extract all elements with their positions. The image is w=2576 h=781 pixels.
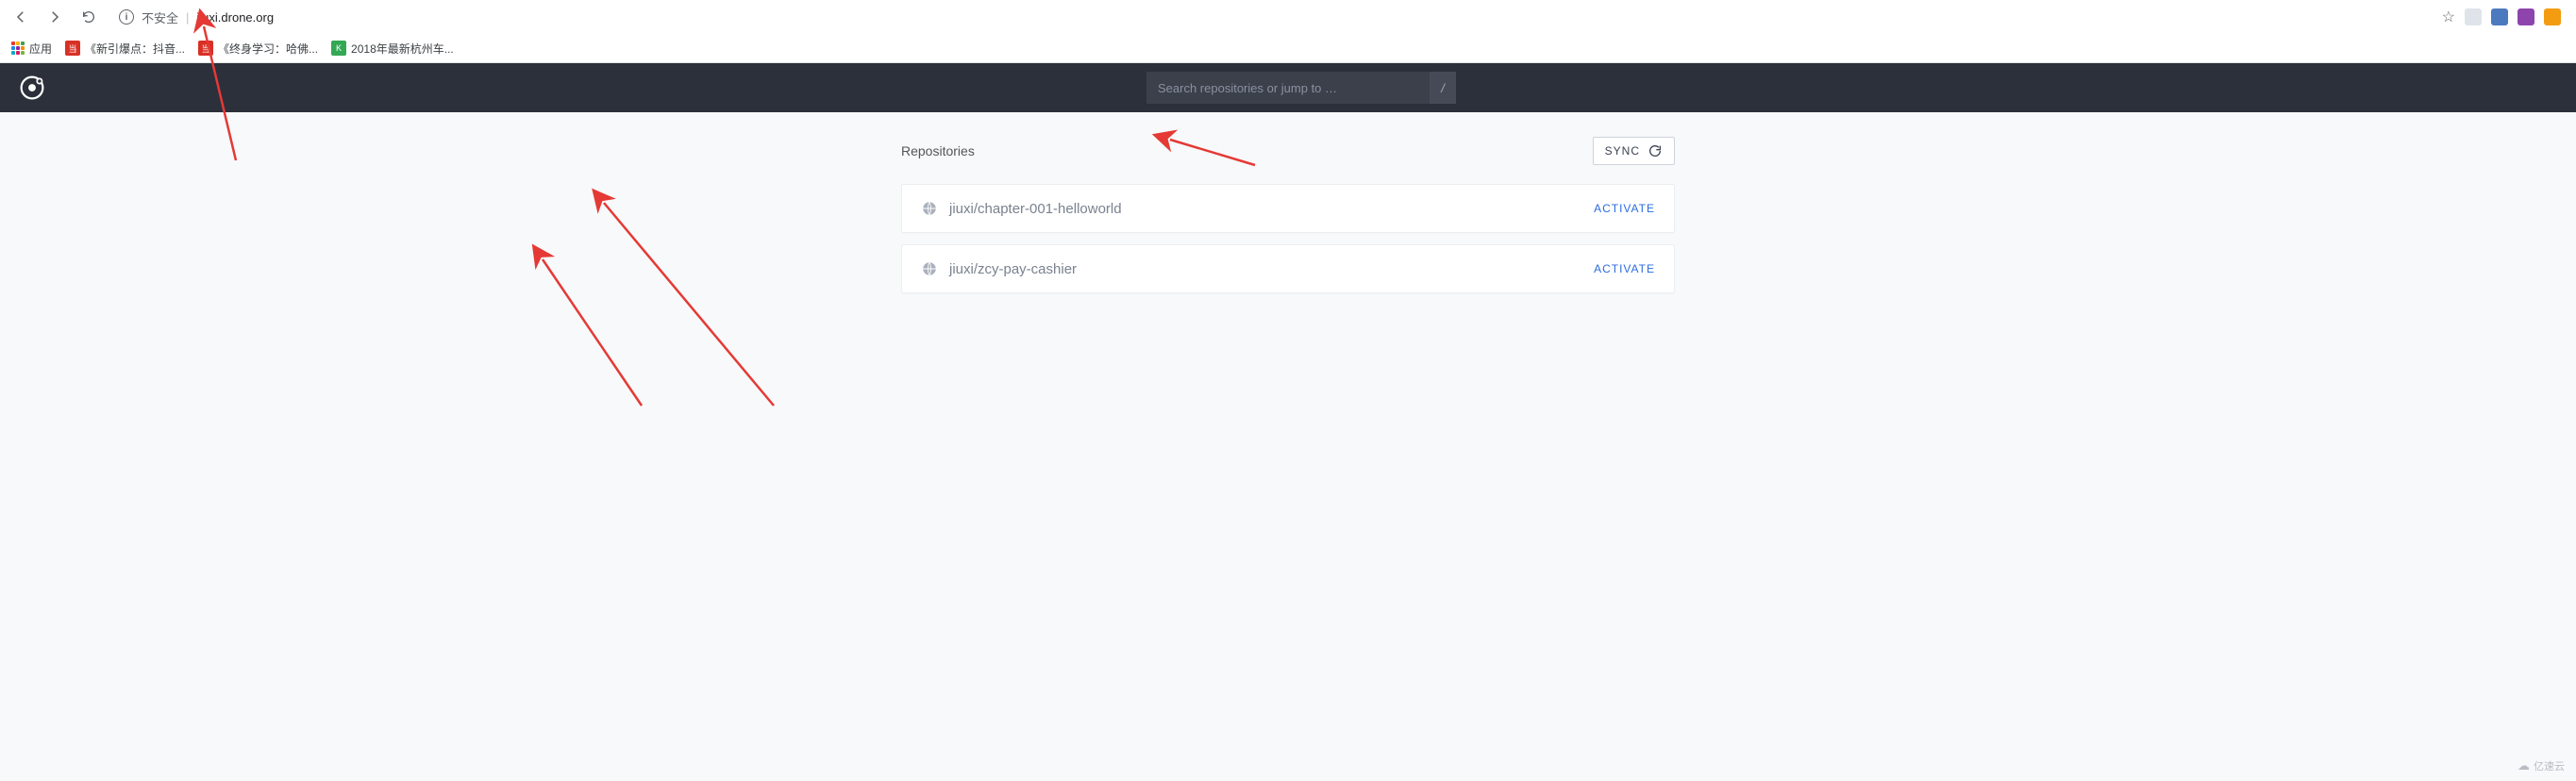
activate-link[interactable]: ACTIVATE bbox=[1594, 202, 1655, 215]
repo-name: jiuxi/zcy-pay-cashier bbox=[949, 261, 1594, 277]
repo-name: jiuxi/chapter-001-helloworld bbox=[949, 201, 1594, 217]
repo-card[interactable]: jiuxi/zcy-pay-cashier ACTIVATE bbox=[901, 244, 1675, 293]
sync-icon bbox=[1648, 143, 1663, 158]
reload-button[interactable] bbox=[75, 4, 102, 30]
ext-icon-3[interactable] bbox=[2517, 8, 2534, 25]
apps-button[interactable]: 应用 bbox=[11, 41, 52, 57]
section-title: Repositories bbox=[901, 143, 975, 158]
bookmark-label: 《终身学习：哈佛... bbox=[218, 41, 318, 57]
browser-toolbar: i 不安全 | jiuxi.drone.org ☆ bbox=[0, 0, 2576, 34]
ext-icon-1[interactable] bbox=[2465, 8, 2482, 25]
bookmark-favicon: 当 bbox=[198, 41, 213, 56]
back-button[interactable] bbox=[8, 4, 34, 30]
sync-label: SYNC bbox=[1605, 144, 1640, 158]
main-content: Repositories SYNC jiuxi/chapter-001-hell… bbox=[901, 112, 1675, 329]
star-icon[interactable]: ☆ bbox=[2442, 8, 2455, 26]
repo-card[interactable]: jiuxi/chapter-001-helloworld ACTIVATE bbox=[901, 184, 1675, 233]
globe-icon bbox=[921, 260, 938, 277]
forward-button[interactable] bbox=[42, 4, 68, 30]
bookmark-item[interactable]: 当 《新引爆点：抖音... bbox=[65, 41, 185, 57]
ext-icon-2[interactable] bbox=[2491, 8, 2508, 25]
search-input[interactable] bbox=[1146, 72, 1430, 104]
url-text: jiuxi.drone.org bbox=[196, 10, 274, 25]
bookmark-favicon: K bbox=[331, 41, 346, 56]
search-container: / bbox=[1146, 72, 1456, 104]
extension-icons: ☆ bbox=[2442, 8, 2568, 26]
cloud-icon: ☁ bbox=[2517, 758, 2530, 773]
bookmark-item[interactable]: 当 《终身学习：哈佛... bbox=[198, 41, 318, 57]
sync-button[interactable]: SYNC bbox=[1593, 137, 1675, 165]
info-icon: i bbox=[119, 9, 134, 25]
ext-icon-4[interactable] bbox=[2544, 8, 2561, 25]
watermark: ☁ 亿速云 bbox=[2517, 758, 2565, 773]
activate-link[interactable]: ACTIVATE bbox=[1594, 262, 1655, 275]
security-label: 不安全 bbox=[142, 8, 178, 26]
apps-icon bbox=[11, 42, 25, 55]
bookmark-item[interactable]: K 2018年最新杭州车... bbox=[331, 41, 454, 57]
bookmark-label: 2018年最新杭州车... bbox=[351, 41, 454, 57]
bookmarks-bar: 应用 当 《新引爆点：抖音... 当 《终身学习：哈佛... K 2018年最新… bbox=[0, 34, 2576, 62]
watermark-text: 亿速云 bbox=[2534, 758, 2565, 773]
search-slash-hint: / bbox=[1430, 72, 1456, 104]
address-bar[interactable]: i 不安全 | jiuxi.drone.org bbox=[109, 4, 283, 30]
app-header: / bbox=[0, 63, 2576, 112]
section-header: Repositories SYNC bbox=[901, 137, 1675, 165]
separator: | bbox=[186, 10, 189, 25]
bookmark-favicon: 当 bbox=[65, 41, 80, 56]
bookmark-label: 《新引爆点：抖音... bbox=[85, 41, 185, 57]
globe-icon bbox=[921, 200, 938, 217]
browser-chrome: i 不安全 | jiuxi.drone.org ☆ 应用 当 《新引爆点：抖音.… bbox=[0, 0, 2576, 63]
apps-label: 应用 bbox=[29, 41, 52, 57]
drone-logo-icon[interactable] bbox=[19, 75, 45, 101]
